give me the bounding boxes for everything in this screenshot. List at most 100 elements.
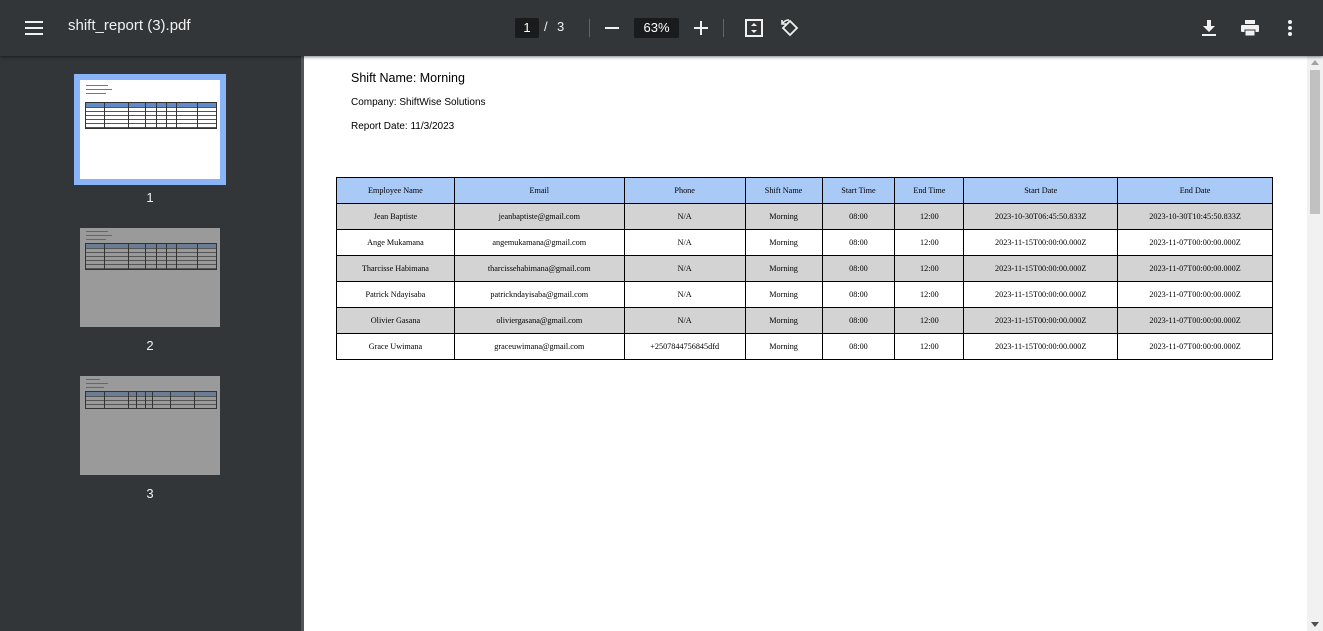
column-header: Start Date (963, 177, 1119, 204)
table-cell: 08:00 (821, 281, 896, 308)
table-cell: Morning (744, 203, 823, 230)
shift-report-table: Employee Name Email Phone Shift Name Sta… (336, 177, 1273, 360)
vertical-scrollbar[interactable] (1307, 56, 1323, 631)
column-header: Start Time (821, 177, 896, 204)
table-cell: N/A (623, 307, 746, 334)
more-vert-icon (1288, 20, 1292, 36)
table-cell: jeanbaptiste@gmail.com (453, 203, 625, 230)
total-pages: 3 (557, 19, 565, 34)
table-cell: 12:00 (894, 203, 965, 230)
table-cell: 2023-11-07T00:00:00.000Z (1117, 333, 1273, 360)
table-row: Ange Mukamana angemukamana@gmail.com N/A… (336, 229, 1273, 256)
column-header: Employee Name (336, 177, 455, 204)
table-cell: angemukamana@gmail.com (453, 229, 625, 256)
printer-icon (1241, 20, 1259, 36)
column-header: Email (453, 177, 625, 204)
table-cell: 12:00 (894, 333, 965, 360)
table-header-row: Employee Name Email Phone Shift Name Sta… (336, 177, 1273, 204)
table-cell: 12:00 (894, 281, 965, 308)
table-cell: Morning (744, 229, 823, 256)
page-thumbnail-1[interactable] (74, 74, 226, 185)
zoom-out-button[interactable] (596, 12, 628, 44)
table-cell: Grace Uwimana (336, 333, 455, 360)
scrollbar-thumb[interactable] (1310, 70, 1320, 214)
fit-to-page-icon (745, 19, 763, 37)
print-button[interactable] (1234, 12, 1266, 44)
table-cell: 08:00 (821, 229, 896, 256)
zoom-in-button[interactable] (685, 12, 717, 44)
page-number-input[interactable]: 1 (515, 18, 539, 38)
table-cell: Patrick Ndayisaba (336, 281, 455, 308)
table-cell: N/A (623, 281, 746, 308)
menu-icon[interactable] (18, 12, 50, 44)
pdf-toolbar: shift_report (3).pdf 1 / 3 63% (0, 0, 1323, 56)
table-cell: 08:00 (821, 307, 896, 334)
table-cell: 12:00 (894, 229, 965, 256)
download-button[interactable] (1193, 12, 1225, 44)
table-cell: Tharcisse Habimana (336, 255, 455, 282)
column-header: End Time (894, 177, 965, 204)
table-row: Patrick Ndayisaba patrickndayisaba@gmail… (336, 281, 1273, 308)
table-cell: 12:00 (894, 255, 965, 282)
table-cell: Morning (744, 281, 823, 308)
thumbnail-label: 3 (146, 486, 154, 501)
thumbnail-label: 1 (146, 190, 154, 205)
table-cell: 2023-11-15T00:00:00.000Z (963, 255, 1119, 282)
thumbnail-preview (80, 228, 220, 327)
table-cell: Morning (744, 333, 823, 360)
thumbnail-preview (80, 80, 220, 179)
table-cell: 08:00 (821, 203, 896, 230)
shift-name-heading: Shift Name: Morning (351, 71, 465, 85)
table-cell: +2507844756845dfd (623, 333, 746, 360)
column-header: Phone (623, 177, 746, 204)
table-cell: 12:00 (894, 307, 965, 334)
table-row: Jean Baptiste jeanbaptiste@gmail.com N/A… (336, 203, 1273, 230)
table-cell: 08:00 (821, 255, 896, 282)
thumbnail-sidebar: 1 2 3 (0, 56, 301, 631)
table-cell: 08:00 (821, 333, 896, 360)
column-header: Shift Name (744, 177, 823, 204)
table-cell: Olivier Gasana (336, 307, 455, 334)
table-cell: N/A (623, 255, 746, 282)
minus-icon (605, 27, 619, 29)
table-cell: 2023-11-15T00:00:00.000Z (963, 229, 1119, 256)
table-cell: N/A (623, 203, 746, 230)
fit-page-button[interactable] (738, 12, 770, 44)
table-cell: 2023-11-07T00:00:00.000Z (1117, 255, 1273, 282)
download-icon (1202, 20, 1216, 36)
report-date-line: Report Date: 11/3/2023 (351, 121, 455, 132)
table-cell: graceuwimana@gmail.com (453, 333, 625, 360)
table-row: Grace Uwimana graceuwimana@gmail.com +25… (336, 333, 1273, 360)
table-cell: 2023-11-15T00:00:00.000Z (963, 281, 1119, 308)
table-cell: 2023-11-15T00:00:00.000Z (963, 307, 1119, 334)
scroll-down-arrow-icon[interactable] (1311, 622, 1319, 627)
table-cell: Jean Baptiste (336, 203, 455, 230)
thumbnail-label: 2 (146, 338, 154, 353)
rotate-icon (781, 19, 799, 37)
table-cell: Ange Mukamana (336, 229, 455, 256)
table-cell: Morning (744, 255, 823, 282)
document-viewer: Shift Name: Morning Company: ShiftWise S… (301, 56, 1323, 631)
rotate-button[interactable] (774, 12, 806, 44)
page-thumbnail-2[interactable] (80, 228, 220, 327)
table-cell: tharcissehabimana@gmail.com (453, 255, 625, 282)
zoom-input[interactable]: 63% (634, 18, 679, 38)
page-thumbnail-3[interactable] (80, 376, 220, 475)
table-cell: 2023-11-07T00:00:00.000Z (1117, 229, 1273, 256)
more-actions-button[interactable] (1274, 12, 1306, 44)
table-row: Tharcisse Habimana tharcissehabimana@gma… (336, 255, 1273, 282)
table-row: Olivier Gasana oliviergasana@gmail.com N… (336, 307, 1273, 334)
scroll-up-arrow-icon[interactable] (1311, 60, 1319, 65)
table-cell: 2023-11-15T00:00:00.000Z (963, 333, 1119, 360)
table-cell: Morning (744, 307, 823, 334)
table-cell: 2023-11-07T00:00:00.000Z (1117, 307, 1273, 334)
page-separator: / (544, 19, 548, 34)
toolbar-divider (723, 19, 724, 37)
table-cell: oliviergasana@gmail.com (453, 307, 625, 334)
column-header: End Date (1117, 177, 1273, 204)
pdf-page: Shift Name: Morning Company: ShiftWise S… (304, 56, 1307, 631)
toolbar-divider (589, 19, 590, 37)
table-cell: N/A (623, 229, 746, 256)
table-cell: 2023-11-07T00:00:00.000Z (1117, 281, 1273, 308)
company-line: Company: ShiftWise Solutions (351, 97, 486, 108)
